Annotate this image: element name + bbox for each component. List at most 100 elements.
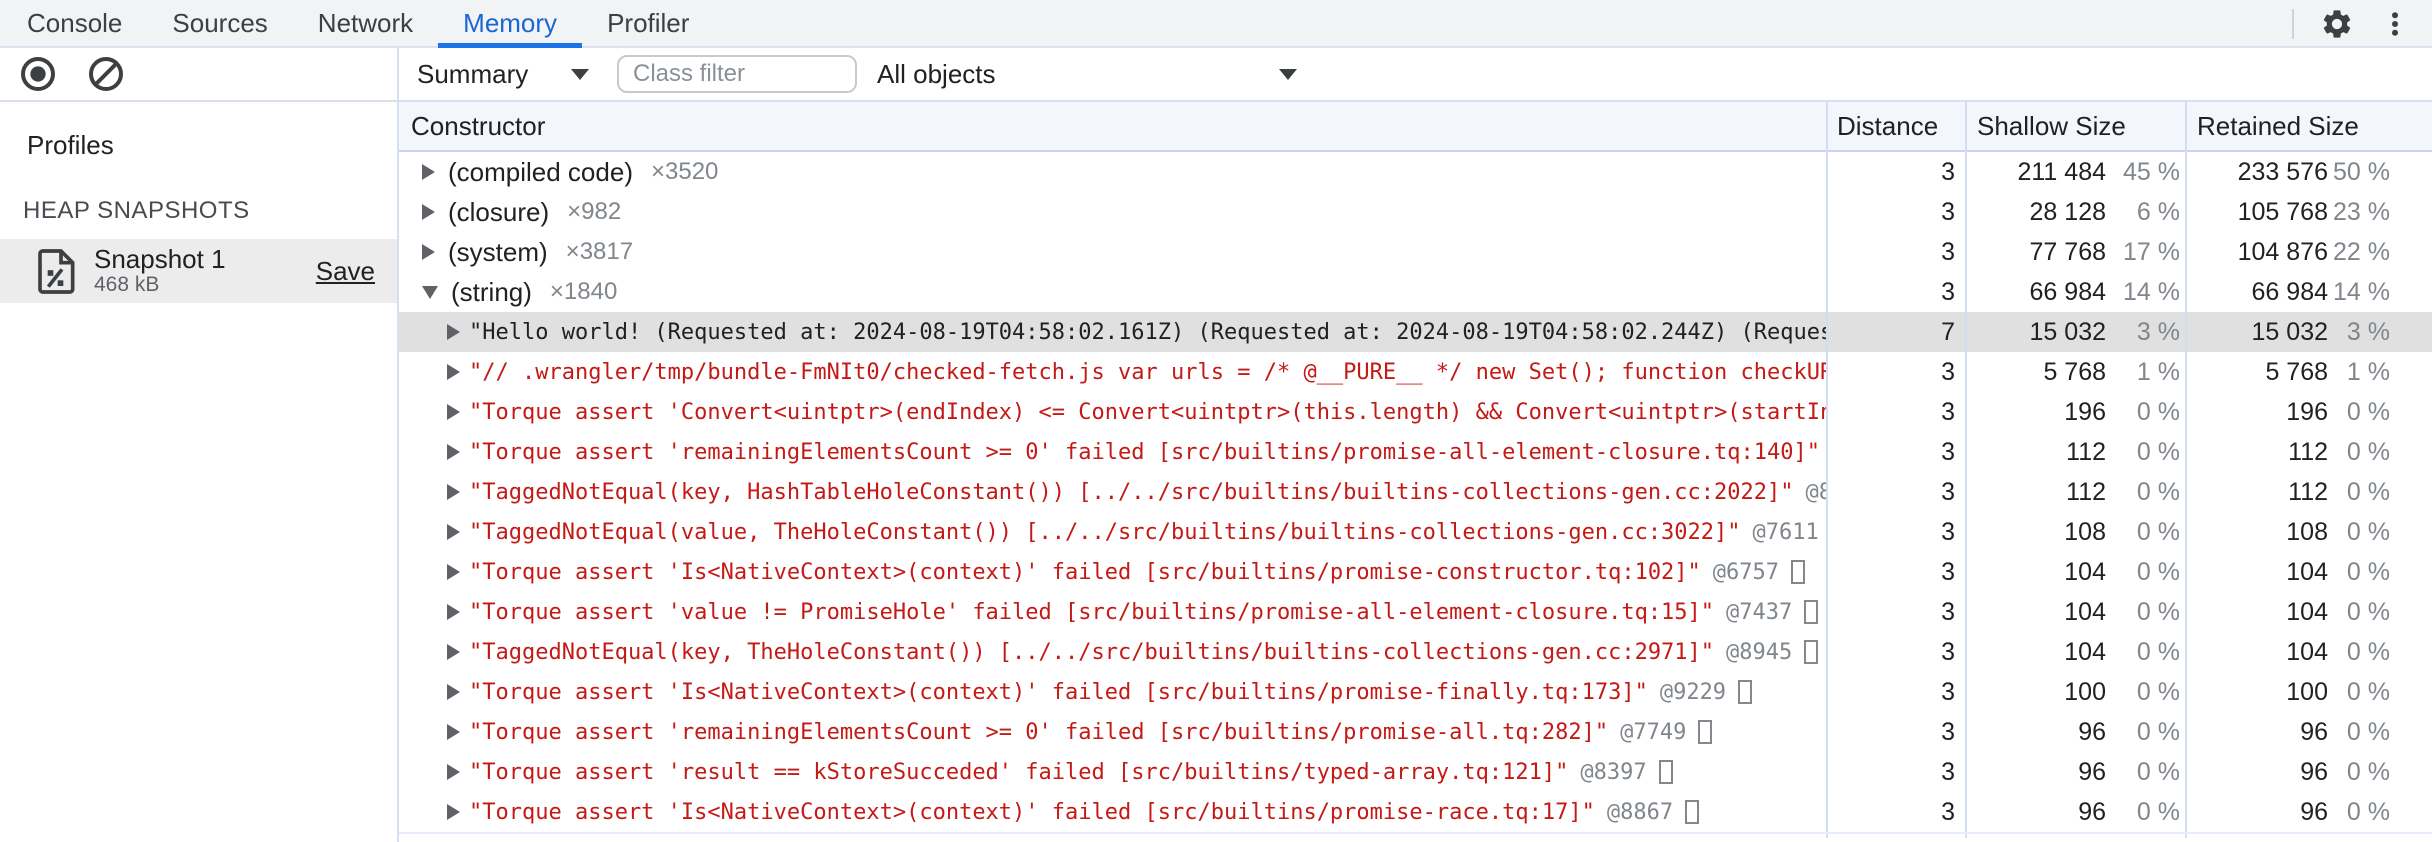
retained-size-percent: 0 %	[2346, 677, 2390, 706]
tab-console[interactable]: Console	[2, 0, 147, 46]
cell-constructor: "Torque assert 'Is<NativeContext>(contex…	[399, 552, 1826, 592]
object-id: @7611	[1752, 519, 1819, 545]
expander-closed-icon[interactable]	[422, 164, 435, 180]
cell-shallow-size: 28 128 6 %	[1965, 192, 2185, 232]
heap-row[interactable]: "Torque assert 'Is<NativeContext>(contex…	[399, 552, 2432, 592]
expander-closed-icon[interactable]	[447, 644, 460, 660]
perspective-select[interactable]: Summary	[417, 59, 589, 90]
retained-size-value: 104	[2286, 597, 2328, 626]
heap-row[interactable]: (closure) ×982 3 28 128 6 % 105 768 23 %	[399, 192, 2432, 232]
string-preview: "Torque assert 'Is<NativeContext>(contex…	[469, 679, 1648, 705]
heap-row[interactable]: "Torque assert 'Is<NativeContext>(contex…	[399, 672, 2432, 712]
retained-size-percent: 0 %	[2346, 597, 2390, 626]
save-snapshot-link[interactable]: Save	[316, 256, 375, 287]
missing-glyph-box-icon	[1791, 560, 1806, 584]
string-preview: "Torque assert 'Is<NativeContext>(contex…	[469, 799, 1595, 825]
retained-size-percent: 50 %	[2333, 157, 2390, 186]
heap-row[interactable]: "Torque assert 'value != PromiseHole' fa…	[399, 592, 2432, 632]
cell-constructor: "Torque assert 'Is<NativeContext>(contex…	[399, 792, 1826, 832]
heap-row[interactable]: (string) ×1840 3 66 984 14 % 66 984 14 %	[399, 272, 2432, 312]
object-id: @8945	[1726, 639, 1793, 665]
string-preview: "Torque assert 'remainingElementsCount >…	[469, 439, 1821, 465]
tab-sources[interactable]: Sources	[147, 0, 292, 46]
shallow-size-percent: 0 %	[2136, 517, 2180, 546]
expander-closed-icon[interactable]	[447, 364, 460, 380]
retained-size-value: 196	[2286, 397, 2328, 426]
cell-retained-size: 66 984 14 %	[2185, 272, 2432, 312]
cell-retained-size: 96 0 %	[2185, 712, 2432, 752]
constructor-name: (compiled code)	[448, 156, 633, 187]
heap-row[interactable]: "TaggedNotEqual(value, TheHoleConstant()…	[399, 512, 2432, 552]
heap-row[interactable]: "// .wrangler/tmp/bundle-FmNIt0/checked-…	[399, 352, 2432, 392]
shallow-size-percent: 0 %	[2136, 437, 2180, 466]
profiles-heading: Profiles	[27, 130, 114, 160]
expander-closed-icon[interactable]	[447, 764, 460, 780]
heap-row[interactable]: (system) ×3817 3 77 768 17 % 104 876 22 %	[399, 232, 2432, 272]
shallow-size-value: 5 768	[2043, 357, 2106, 386]
retained-size-value: 112	[2288, 477, 2328, 506]
constructor-name: (string)	[451, 276, 532, 307]
heap-row[interactable]: "TaggedNotEqual(key, TheHoleConstant()) …	[399, 632, 2432, 672]
heap-row[interactable]: "Torque assert 'remainingElementsCount >…	[399, 432, 2432, 472]
shallow-size-value: 96	[2078, 717, 2106, 746]
heap-row[interactable]: "Torque assert 'remainingElementsCount >…	[399, 712, 2432, 752]
tab-profiler[interactable]: Profiler	[582, 0, 714, 46]
class-filter-input[interactable]	[617, 55, 857, 93]
cell-distance: 3	[1941, 757, 1955, 786]
heap-row[interactable]: "Hello world! (Requested at: 2024-08-19T…	[399, 312, 2432, 352]
retained-size-value: 5 768	[2265, 357, 2328, 386]
expander-closed-icon[interactable]	[447, 404, 460, 420]
cell-shallow-size: 104 0 %	[1965, 632, 2185, 672]
retained-size-value: 112	[2288, 437, 2328, 466]
sidebar-item-snapshot-1[interactable]: Snapshot 1 468 kB Save	[0, 239, 397, 303]
more-options-kebab-icon[interactable]	[2380, 9, 2410, 39]
cell-retained-size: 5 768 1 %	[2185, 352, 2432, 392]
heap-row[interactable]: "Torque assert 'result == kStoreSucceded…	[399, 752, 2432, 792]
retained-size-percent: 0 %	[2346, 557, 2390, 586]
column-header-distance[interactable]: Distance	[1837, 102, 1938, 150]
shallow-size-percent: 1 %	[2136, 357, 2180, 386]
column-header-retained-size[interactable]: Retained Size	[2197, 102, 2359, 150]
cell-retained-size: 96 0 %	[2185, 792, 2432, 832]
heap-row[interactable]: "Torque assert 'Is<NativeContext>(contex…	[399, 792, 2432, 832]
clear-profiles-icon[interactable]	[86, 54, 126, 94]
expander-closed-icon[interactable]	[447, 324, 460, 340]
expander-closed-icon[interactable]	[447, 804, 460, 820]
expander-closed-icon[interactable]	[447, 484, 460, 500]
cell-shallow-size: 96 0 %	[1965, 752, 2185, 792]
expander-closed-icon[interactable]	[447, 604, 460, 620]
settings-gear-icon[interactable]	[2320, 7, 2354, 41]
heap-row[interactable]: "TaggedNotEqual(key, HashTableHoleConsta…	[399, 472, 2432, 512]
expander-closed-icon[interactable]	[447, 524, 460, 540]
tab-label: Memory	[463, 7, 558, 38]
column-header-shallow-size[interactable]: Shallow Size	[1977, 102, 2126, 150]
expander-open-icon[interactable]	[422, 285, 438, 299]
cell-constructor: "Torque assert 'remainingElementsCount >…	[399, 712, 1826, 752]
expander-closed-icon[interactable]	[422, 204, 435, 220]
cell-distance: 3	[1941, 597, 1955, 626]
object-id: @8	[1805, 479, 1826, 505]
snapshot-name: Snapshot 1	[94, 244, 226, 275]
cell-constructor: "// .wrangler/tmp/bundle-FmNIt0/checked-…	[399, 352, 1826, 392]
tab-network[interactable]: Network	[293, 0, 438, 46]
tab-label: Console	[27, 7, 123, 38]
expander-closed-icon[interactable]	[447, 684, 460, 700]
objects-filter-select[interactable]: All objects	[877, 59, 1297, 90]
expander-closed-icon[interactable]	[447, 724, 460, 740]
shallow-size-value: 196	[2064, 397, 2106, 426]
column-header-constructor[interactable]: Constructor	[411, 102, 545, 150]
expander-closed-icon[interactable]	[422, 244, 435, 260]
cell-shallow-size: 104 0 %	[1965, 552, 2185, 592]
retained-size-value: 104 876	[2237, 237, 2328, 266]
profiles-sidebar: Profiles HEAP SNAPSHOTS Snapshot 1 468 k…	[0, 48, 399, 842]
cell-constructor: "TaggedNotEqual(value, TheHoleConstant()…	[399, 512, 1826, 552]
string-preview: "Torque assert 'result == kStoreSucceded…	[469, 759, 1569, 785]
tab-memory[interactable]: Memory	[438, 0, 583, 48]
retained-size-percent: 14 %	[2333, 277, 2390, 306]
retained-size-value: 104	[2286, 557, 2328, 586]
expander-closed-icon[interactable]	[447, 444, 460, 460]
record-heap-snapshot-icon[interactable]	[18, 54, 58, 94]
heap-row[interactable]: "Torque assert 'Convert<uintptr>(endInde…	[399, 392, 2432, 432]
heap-row[interactable]: (compiled code) ×3520 3 211 484 45 % 233 576 5…	[399, 152, 2432, 192]
expander-closed-icon[interactable]	[447, 564, 460, 580]
